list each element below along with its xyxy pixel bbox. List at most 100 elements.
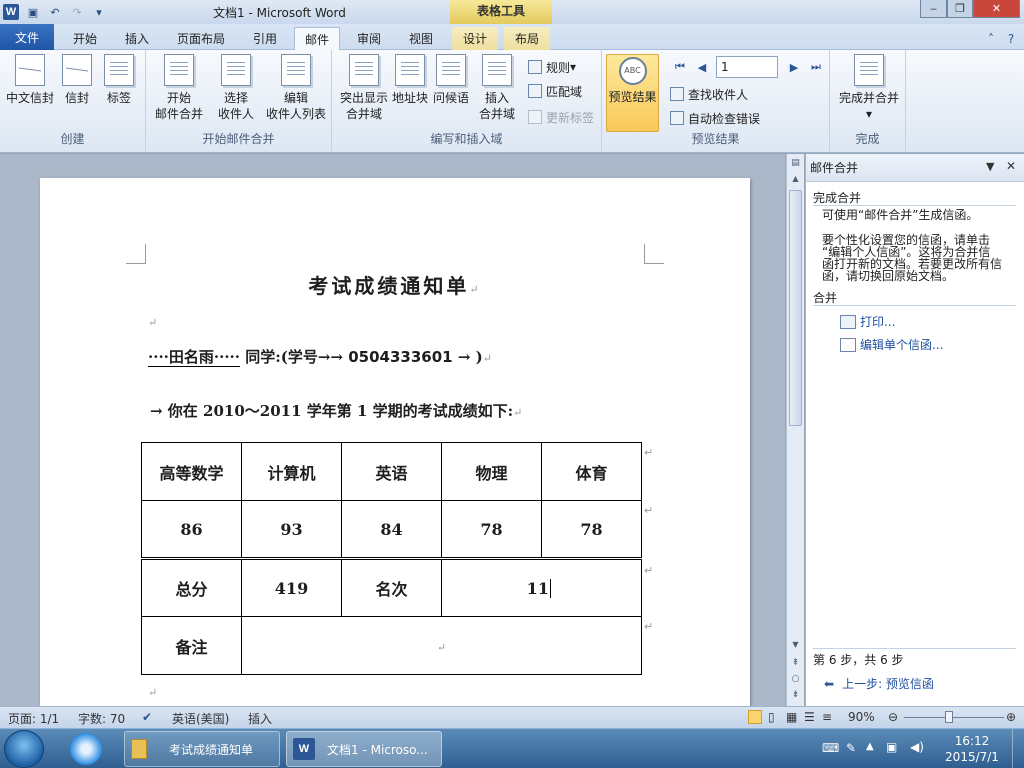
rank-value-cell[interactable]: 11 bbox=[441, 557, 642, 617]
remarks-value-cell[interactable]: ↵ bbox=[241, 616, 642, 675]
network-icon[interactable]: ▣ bbox=[886, 740, 897, 754]
table-cell-subject[interactable]: 英语 bbox=[341, 442, 442, 501]
total-label-cell[interactable]: 总分 bbox=[141, 557, 242, 617]
word-count[interactable]: 字数: 70 bbox=[78, 710, 125, 727]
select-recipients-button[interactable]: 选择 收件人 bbox=[210, 54, 262, 122]
scroll-down-icon[interactable]: ▼ bbox=[789, 640, 802, 654]
start-button[interactable] bbox=[4, 730, 44, 768]
table-cell-subject[interactable]: 体育 bbox=[541, 442, 642, 501]
record-number-input[interactable]: 1 bbox=[716, 56, 778, 78]
match-fields-button[interactable]: 匹配域 bbox=[528, 82, 582, 100]
tab-home[interactable]: 开始 bbox=[64, 27, 106, 50]
total-value-cell[interactable]: 419 bbox=[241, 557, 342, 617]
maximize-button[interactable]: ❐ bbox=[947, 0, 973, 18]
address-block-button[interactable]: 地址块 bbox=[390, 54, 430, 106]
browse-object-icon[interactable]: ○ bbox=[789, 674, 802, 688]
ribbon-collapse-icon[interactable]: ˄ bbox=[982, 27, 1000, 50]
start-mail-merge-button[interactable]: 开始 邮件合并 bbox=[150, 54, 208, 122]
volume-icon[interactable]: ◀) bbox=[910, 740, 924, 754]
taskbar-item-folder[interactable]: 考试成绩通知单 bbox=[124, 731, 280, 767]
previous-page-icon[interactable]: ⇞ bbox=[789, 658, 802, 672]
vertical-scrollbar[interactable]: ▤ ▲ ▼ ⇞ ○ ⇟ bbox=[786, 154, 804, 706]
table-cell-score[interactable]: 78 bbox=[541, 500, 642, 559]
tab-insert[interactable]: 插入 bbox=[116, 27, 158, 50]
system-clock[interactable]: 16:12 2015/7/1 bbox=[940, 733, 1004, 765]
tab-mailings[interactable]: 邮件 bbox=[294, 27, 340, 50]
web-layout-view-icon[interactable]: ▦ bbox=[786, 710, 797, 724]
word-app-icon[interactable]: W bbox=[3, 4, 19, 20]
rules-button[interactable]: 规则 ▾ bbox=[528, 58, 576, 76]
ie-pinned-icon[interactable] bbox=[70, 733, 102, 765]
chinese-envelope-button[interactable]: 中文信封 bbox=[4, 54, 56, 106]
zoom-slider-track[interactable] bbox=[904, 717, 1004, 718]
close-button[interactable]: ✕ bbox=[973, 0, 1020, 18]
table-cell-score[interactable]: 93 bbox=[241, 500, 342, 559]
last-record-icon[interactable]: ⏭ bbox=[808, 59, 824, 75]
zoom-level[interactable]: 90% bbox=[848, 710, 875, 724]
next-record-icon[interactable]: ▶ bbox=[786, 59, 802, 75]
previous-record-icon[interactable]: ◀ bbox=[694, 59, 710, 75]
taskbar-item-word[interactable]: W 文档1 - Microso... bbox=[286, 731, 442, 767]
table-cell-subject[interactable]: 高等数学 bbox=[141, 442, 242, 501]
show-hidden-icons-icon[interactable]: ▲ bbox=[866, 741, 874, 752]
table-cell-subject[interactable]: 物理 bbox=[441, 442, 542, 501]
proofing-icon[interactable]: ✔ bbox=[142, 710, 152, 724]
undo-icon[interactable]: ↶ bbox=[47, 4, 63, 20]
highlight-merge-fields-button[interactable]: 突出显示 合并域 bbox=[336, 54, 392, 122]
draft-view-icon[interactable]: ≡ bbox=[822, 710, 832, 724]
minimize-button[interactable]: ‒ bbox=[920, 0, 947, 18]
customize-qat-icon[interactable]: ▾ bbox=[91, 4, 107, 20]
tab-design[interactable]: 设计 bbox=[452, 27, 498, 50]
task-pane-close-icon[interactable]: ✕ bbox=[1006, 159, 1016, 173]
help-icon[interactable]: ? bbox=[1002, 27, 1020, 50]
table-cell-score[interactable]: 78 bbox=[441, 500, 542, 559]
document-page[interactable]: 考试成绩通知单↵ ↵ ····田名雨····· 同学:(学号→→ 0504333… bbox=[40, 178, 750, 706]
ime-icon[interactable]: ✎ bbox=[846, 741, 856, 755]
redo-icon[interactable]: ↷ bbox=[69, 4, 85, 20]
ruler-toggle-icon[interactable]: ▤ bbox=[789, 158, 802, 172]
finish-merge-button[interactable]: 完成并合并 ▾ bbox=[834, 54, 904, 122]
full-screen-view-icon[interactable]: ▯ bbox=[768, 710, 775, 724]
print-layout-view-icon[interactable] bbox=[748, 710, 762, 724]
zoom-out-icon[interactable]: ⊖ bbox=[888, 710, 898, 724]
table-cell-score[interactable]: 84 bbox=[341, 500, 442, 559]
first-record-icon[interactable]: ⏮ bbox=[672, 59, 688, 75]
scroll-up-icon[interactable]: ▲ bbox=[789, 174, 802, 188]
tab-file[interactable]: 文件 bbox=[0, 24, 54, 50]
tab-layout[interactable]: 布局 bbox=[504, 27, 550, 50]
page-count[interactable]: 页面: 1/1 bbox=[8, 710, 59, 727]
next-page-icon[interactable]: ⇟ bbox=[789, 690, 802, 704]
table-cell-subject[interactable]: 计算机 bbox=[241, 442, 342, 501]
tab-view[interactable]: 视图 bbox=[400, 27, 442, 50]
envelope-button[interactable]: 信封 bbox=[60, 54, 94, 106]
previous-step-link[interactable]: ⬅ 上一步: 预览信函 bbox=[824, 675, 934, 692]
task-pane-menu-icon[interactable]: ▼ bbox=[986, 160, 994, 173]
insert-mode-indicator[interactable]: 插入 bbox=[248, 710, 272, 727]
tab-references[interactable]: 引用 bbox=[244, 27, 286, 50]
find-recipient-button[interactable]: 查找收件人 bbox=[670, 85, 748, 103]
edit-recipient-list-button[interactable]: 编辑 收件人列表 bbox=[262, 54, 330, 122]
save-icon[interactable]: ▣ bbox=[25, 4, 41, 20]
outline-view-icon[interactable]: ☰ bbox=[804, 710, 815, 724]
title-bar: W ▣ ↶ ↷ ▾ 文档1 - Microsoft Word 表格工具 ‒ ❐ … bbox=[0, 0, 1024, 24]
scroll-thumb[interactable] bbox=[789, 190, 802, 426]
tab-page-layout[interactable]: 页面布局 bbox=[170, 27, 232, 50]
labels-button[interactable]: 标签 bbox=[102, 54, 136, 106]
greeting-line-button[interactable]: 问候语 bbox=[430, 54, 472, 106]
print-link[interactable]: 打印... bbox=[840, 313, 895, 330]
remarks-label-cell[interactable]: 备注 bbox=[141, 616, 242, 675]
auto-check-errors-button[interactable]: 自动检查错误 bbox=[670, 109, 760, 127]
update-labels-button[interactable]: 更新标签 bbox=[528, 108, 594, 126]
language-indicator[interactable]: 英语(美国) bbox=[172, 710, 229, 727]
show-desktop-button[interactable] bbox=[1012, 729, 1024, 768]
zoom-slider-thumb[interactable] bbox=[945, 711, 953, 723]
tab-review[interactable]: 审阅 bbox=[348, 27, 390, 50]
rank-label-cell[interactable]: 名次 bbox=[341, 557, 442, 617]
insert-merge-field-button[interactable]: 插入 合并域 bbox=[474, 54, 520, 122]
preview-results-button[interactable]: ABC 预览结果 bbox=[606, 54, 659, 132]
table-cell-score[interactable]: 86 bbox=[141, 500, 242, 559]
keyboard-icon[interactable]: ⌨ bbox=[822, 741, 839, 755]
document-area[interactable]: 考试成绩通知单↵ ↵ ····田名雨····· 同学:(学号→→ 0504333… bbox=[0, 154, 785, 706]
edit-letters-link[interactable]: 编辑单个信函... bbox=[840, 336, 943, 353]
zoom-in-icon[interactable]: ⊕ bbox=[1006, 710, 1016, 724]
